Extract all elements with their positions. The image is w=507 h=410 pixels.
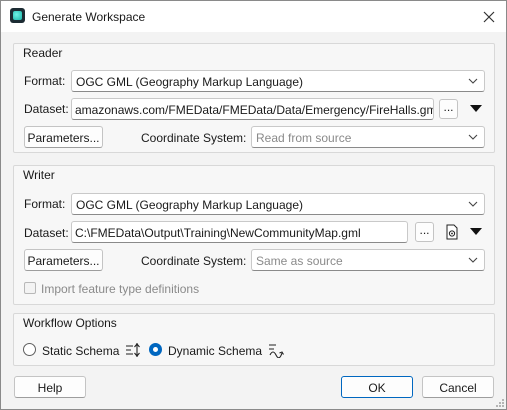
close-icon [483, 11, 495, 22]
writer-coord-label: Coordinate System: [141, 254, 247, 268]
reader-format-value: OGC GML (Geography Markup Language) [76, 75, 303, 89]
static-schema-icon [126, 343, 140, 357]
reader-dataset-menu-button[interactable] [467, 99, 485, 119]
static-schema-label: Static Schema [42, 344, 120, 358]
writer-group-title: Writer [23, 168, 55, 182]
dynamic-schema-icon [269, 344, 284, 358]
writer-dataset-input[interactable]: C:\FMEData\Output\Training\NewCommunityM… [71, 221, 408, 243]
reader-group: Reader Format: OGC GML (Geography Markup… [13, 43, 495, 153]
reader-parameters-button[interactable]: Parameters... [24, 126, 103, 148]
document-gear-icon [446, 224, 458, 240]
reader-format-label: Format: [24, 74, 66, 88]
close-button[interactable] [473, 3, 505, 30]
triangle-down-icon [470, 228, 482, 235]
writer-format-combo[interactable]: OGC GML (Geography Markup Language) [71, 193, 485, 215]
writer-dataset-label: Dataset: [24, 226, 69, 240]
chevron-down-icon [468, 257, 478, 263]
dynamic-schema-radio[interactable] [149, 343, 162, 356]
workflow-options-group: Workflow Options Static Schema Dynamic S… [13, 313, 495, 366]
reader-dataset-value: amazonaws.com/FMEData/FMEData/Data/Emerg… [75, 103, 434, 117]
dynamic-schema-label: Dynamic Schema [168, 344, 263, 358]
writer-browse-button[interactable]: ... [415, 222, 434, 242]
reader-dataset-label: Dataset: [24, 102, 69, 116]
resize-grip-icon[interactable] [495, 398, 505, 408]
reader-group-title: Reader [23, 46, 63, 60]
generate-workspace-dialog: Generate Workspace Reader Format: OGC GM… [0, 0, 507, 410]
writer-format-label: Format: [24, 197, 66, 211]
writer-file-type-button[interactable] [443, 222, 461, 242]
writer-group: Writer Format: OGC GML (Geography Markup… [13, 165, 495, 305]
import-feature-types-label: Import feature type definitions [41, 282, 200, 296]
writer-coord-value: Same as source [256, 254, 343, 268]
writer-dataset-menu-button[interactable] [467, 222, 485, 242]
reader-browse-button[interactable]: ... [439, 99, 458, 119]
window-title: Generate Workspace [32, 10, 146, 24]
chevron-down-icon [468, 201, 478, 207]
chevron-down-icon [468, 78, 478, 84]
triangle-down-icon [470, 105, 482, 112]
static-schema-radio[interactable] [23, 343, 36, 356]
import-feature-types-checkbox[interactable] [24, 282, 36, 294]
writer-coord-combo[interactable]: Same as source [251, 249, 485, 271]
reader-coord-value: Read from source [256, 131, 352, 145]
writer-dataset-value: C:\FMEData\Output\Training\NewCommunityM… [75, 226, 361, 240]
reader-coord-combo[interactable]: Read from source [251, 126, 485, 148]
reader-dataset-input[interactable]: amazonaws.com/FMEData/FMEData/Data/Emerg… [71, 98, 434, 120]
reader-format-combo[interactable]: OGC GML (Geography Markup Language) [71, 70, 485, 92]
ok-button[interactable]: OK [341, 376, 413, 398]
cancel-button[interactable]: Cancel [422, 376, 494, 398]
fme-workbench-icon [10, 8, 25, 23]
writer-format-value: OGC GML (Geography Markup Language) [76, 198, 303, 212]
writer-parameters-button[interactable]: Parameters... [24, 249, 103, 271]
help-button[interactable]: Help [14, 376, 86, 398]
reader-coord-label: Coordinate System: [141, 131, 247, 145]
workflow-group-title: Workflow Options [23, 316, 117, 330]
chevron-down-icon [468, 134, 478, 140]
title-bar: Generate Workspace [1, 1, 506, 32]
